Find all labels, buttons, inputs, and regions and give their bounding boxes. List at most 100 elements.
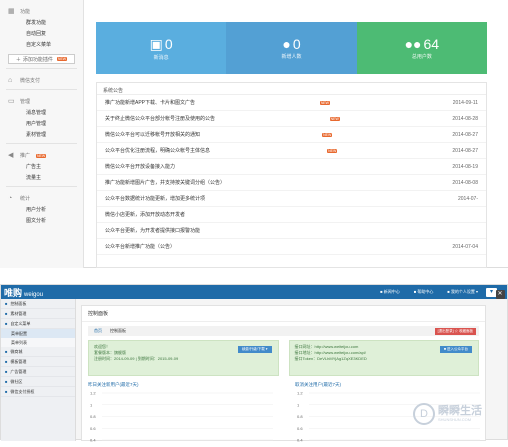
sidebar-section-stats: ◔ 统计 [8,194,31,203]
sidebar-item-article-analysis[interactable]: 图文分析 [0,215,83,226]
sidebar-section-manage: ▭ 管理 [8,97,31,106]
announcement-list: 推广功能新增APP下载、卡片和图文广告 NEW 2014-09-11 关于终止微信公众… [97,95,486,255]
app-sidebar-label: 控制面板 [10,300,27,306]
menu-icon: ■ [5,369,8,374]
app-sidebar-item[interactable]: ■ 微信支付授权 [1,387,75,397]
announcement-row[interactable]: 公众平台数据统计功能更新，增加更多统计项 2014-07- [97,191,486,207]
menu-icon: ■ [5,311,8,316]
megaphone-icon: ◀ [8,151,14,159]
announcement-row[interactable]: 公众平台优化注册流程，明确公众帐号主体信息 NEW 2014-08-27 [97,143,486,159]
inbox-icon: ▭ [8,97,15,105]
app-sidebar-item[interactable]: 菜单配置 [1,329,75,338]
announcement-row[interactable]: 推广功能新增APP下载、卡片和图文广告 NEW 2014-09-11 [97,95,486,111]
announcement-text[interactable]: 推广功能新增图片广告，并支持按关键词分组（公告） [105,179,225,186]
app-sidebar-item[interactable]: ■ 自定义菜单 [1,319,75,329]
chart-tick-label: 1 [297,402,300,407]
sidebar-item-custom-menu[interactable]: 自定义菜单 [0,39,83,50]
app-sidebar-label: 模板管理 [10,358,27,364]
app-sidebar-item[interactable]: ■ 广告管理 [1,367,75,377]
app-sidebar-item[interactable]: ■ 素材管理 [1,309,75,319]
sidebar-item-auto-reply[interactable]: 自动回复 [0,28,83,39]
announcement-text[interactable]: 推广功能新增APP下载、卡片和图文广告 [105,99,195,106]
announcement-date: 2014-08-27 [452,131,478,138]
header-link-news[interactable]: ■ 新闻中心 [380,289,400,295]
stat-new-followers[interactable]: ● 0 新增人数 [226,22,357,74]
app-sidebar-label: 微商城 [10,348,23,354]
sidebar-item-user-analysis[interactable]: 用户分析 [0,204,83,215]
announcement-row[interactable]: 推广功能新增图片广告，并支持按关键词分组（公告） 2014-08-08 [97,175,486,191]
account-api-box: 接口网址：http://www.weiteijou.com 接口地址：http:… [288,340,479,376]
breadcrumb-current: 控制面板 [110,328,126,333]
sidebar-item-traffic[interactable]: 流量主 [0,172,83,183]
app-logo[interactable]: 唯购 weigou [1,286,59,299]
announcement-row[interactable]: 微信公众平台开放设备接入能力 2014-08-19 [97,159,486,175]
announcement-text[interactable]: 微信小店更新，添加开放动态开发者 [105,211,185,218]
stat-new-messages[interactable]: ▣ 0 新消息 [96,22,227,74]
stats-row: ▣ 0 新消息 ● 0 新增人数 ●● 64 总用户数 [96,22,487,74]
announcement-row[interactable]: 微信公众平台可以迁移帐号开放相关的通知 NEW 2014-08-27 [97,127,486,143]
stat-total-users[interactable]: ●● 64 总用户数 [356,22,487,74]
right-tools: ✕ [494,290,506,304]
app-sidebar-item[interactable]: ■ 模板管理 [1,357,75,367]
app-sidebar-item[interactable]: ■ 微商城 [1,347,75,357]
header-link-help[interactable]: ■ 帮助中心 [414,289,434,295]
chart-tick-label: 0.6 [297,426,303,431]
app-sidebar-label: 微社区 [10,378,23,384]
announcement-date: 2014-09-11 [452,99,478,106]
app-sidebar-item[interactable]: ■ 控制面板 [1,299,75,309]
watermark-logo-icon: D [413,403,435,425]
announcement-text[interactable]: 公众平台优化注册流程，明确公众帐号主体信息 [105,147,210,154]
app-sidebar-item[interactable]: ■ 微社区 [1,377,75,387]
announcement-date: 2014-07-04 [452,243,478,250]
announcement-panel: 系统公告 推广功能新增APP下载、卡片和图文广告 NEW 2014-09-11 关于终… [96,82,487,268]
renew-button[interactable]: 续费/升级/下载 ▾ [237,346,272,353]
top-screenshot: ▦ 功能 群发功能 自动回复 自定义菜单 ＋ 添加功能插件 NEW ⌂ 微信支付… [0,0,508,268]
sidebar-item-mass-send[interactable]: 群发功能 [0,17,83,28]
chart-tick-label: 1.2 [90,391,96,396]
page-title: 控制面板 [82,306,485,322]
close-icon[interactable]: ✕ [495,290,505,299]
sidebar-item-materials[interactable]: 素材管理 [0,129,83,140]
announcement-row[interactable]: 公众平台新增推广功能（公告） 2014-07-04 [97,239,486,255]
chart-new-followers: 昨日关注新用户(最近7天) 1.2 1 0.8 0.6 0.4 [88,382,273,447]
chart-tick-label: 1.2 [297,391,303,396]
enter-platform-button[interactable]: ■ 进入公众平台 [439,346,472,353]
sidebar-item-users[interactable]: 用户管理 [0,118,83,129]
logout-button[interactable]: [退出登录] ☆ 收藏面板 [434,327,476,335]
menu-icon: ■ [5,389,8,394]
announcement-text[interactable]: 关于终止微信公众平台部分帐号注册及使用的公告 [105,115,215,122]
app-sidebar-label: 素材管理 [10,310,27,316]
announcement-row[interactable]: 微信小店更新，添加开放动态开发者 [97,207,486,223]
new-badge: NEW [319,100,330,105]
message-icon: ▣ [149,35,163,52]
add-plugin-button[interactable]: ＋ 添加功能插件 NEW [8,54,75,64]
announcement-text[interactable]: 公众平台数据统计功能更新，增加更多统计项 [105,195,205,202]
watermark: D 瞬瞬生活 SHUNSHUN.COM [413,403,482,425]
breadcrumb: 首页 控制面板 [退出登录] ☆ 收藏面板 [88,326,479,336]
app-sidebar-item[interactable]: 菜单列表 [1,338,75,347]
header-link-settings[interactable]: ■ 我的个人设置 ▾ [447,289,478,295]
announcement-row[interactable]: 关于终止微信公众平台部分帐号注册及使用的公告 NEW 2014-08-28 [97,111,486,127]
account-plan-box: 欢迎您！ 套餐版本：旗舰版 注册时间：2014-09-09 | 到期时间：201… [88,340,279,376]
announcement-date: 2014-08-27 [452,147,478,154]
sidebar-section-payment[interactable]: ⌂ 微信支付 [0,72,83,86]
app-sidebar-label: 广告管理 [10,368,27,374]
sidebar-item-messages[interactable]: 消息管理 [0,107,83,118]
announcement-text[interactable]: 公众平台更新，为开发者提供接口报警功能 [105,227,200,234]
header-links: ■ 新闻中心 ■ 帮助中心 ■ 我的个人设置 ▾ [380,289,486,295]
announcement-date: 2014-08-19 [452,163,478,170]
chart-tick-label: 0.6 [90,426,96,431]
app-sidebar-label: 自定义菜单 [10,320,31,326]
breadcrumb-home[interactable]: 首页 [94,328,102,334]
users-icon: ●● [404,36,422,52]
announcement-text[interactable]: 微信公众平台可以迁移帐号开放相关的通知 [105,131,200,138]
chart-title: 取消关注用户(最近7天) [295,382,341,387]
announcement-text[interactable]: 微信公众平台开放设备接入能力 [105,163,175,170]
chart-tick-label: 1 [90,402,93,407]
sidebar-item-advertiser[interactable]: 广告主 [0,161,83,172]
announcement-text[interactable]: 公众平台新增推广功能（公告） [105,243,175,250]
sidebar-section-promote: ◀ 推广 NEW [8,151,47,159]
announcement-title: 系统公告 [97,83,486,95]
chart-icon: ◔ [8,194,13,202]
announcement-row[interactable]: 公众平台更新，为开发者提供接口报警功能 [97,223,486,239]
